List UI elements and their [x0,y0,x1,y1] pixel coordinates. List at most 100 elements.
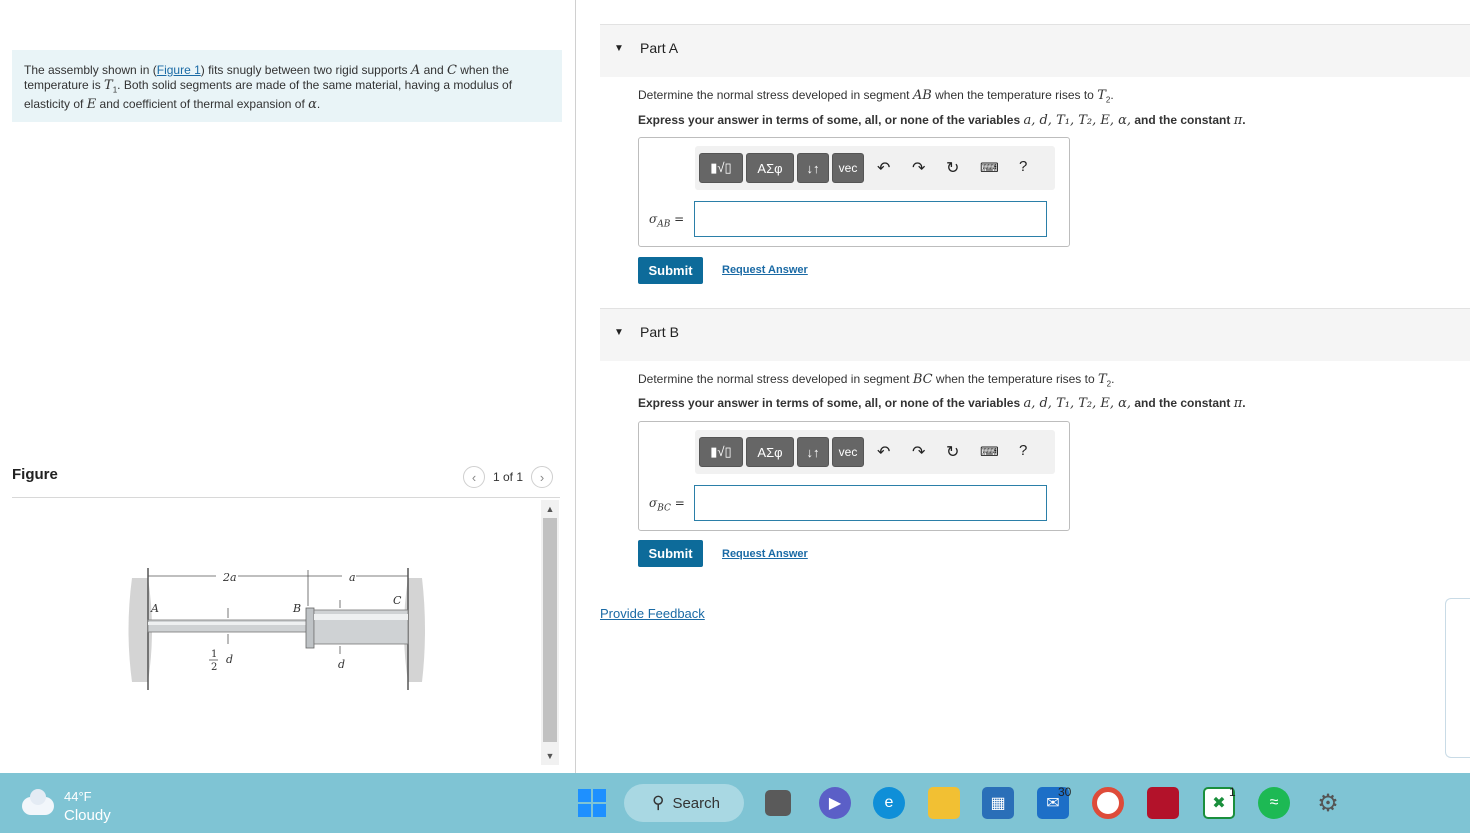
reset-icon[interactable]: ↻ [946,158,959,178]
right-pane: ▼ Part A Determine the normal stress dev… [576,0,1470,773]
question-text: . [1111,372,1115,386]
divider [12,497,560,498]
part-b-request-answer-link[interactable]: Request Answer [722,548,808,560]
part-b-header[interactable]: ▼ Part B [600,308,1470,361]
scroll-thumb[interactable] [543,518,557,742]
var-pi: π [1233,396,1243,411]
templates-button[interactable]: ▮√▯ [699,437,743,467]
windows-start-icon[interactable] [576,787,608,819]
sigma-bc-input[interactable] [694,485,1047,521]
part-b-submit-button[interactable]: Submit [638,540,703,567]
sigma: σ [649,212,658,226]
chrome-icon[interactable] [1092,787,1124,819]
math-toolbar: ▮√▯ ΑΣφ ↓↑ vec ↶ ↷ ↻ ⌨ ? [695,430,1055,474]
provide-feedback-link[interactable]: Provide Feedback [600,606,705,621]
chevron-left-icon[interactable]: ‹ [463,466,485,488]
assembly-figure: 2a a A B C 1 2 d d [128,568,425,690]
figure-pager: ‹ 1 of 1 › [463,466,554,488]
part-a-submit-button[interactable]: Submit [638,257,703,284]
edge-icon[interactable]: e [873,787,905,819]
part-a-instructions: Express your answer in terms of some, al… [638,113,1246,128]
var-alpha: α [308,97,317,113]
part-a-header[interactable]: ▼ Part A [600,24,1470,77]
frac-num: 1 [211,649,217,660]
templates-button[interactable]: ▮√▯ [699,153,743,183]
vec-button[interactable]: vec [832,437,864,467]
left-pane: The assembly shown in (Figure 1) fits sn… [0,0,576,773]
sigma-sub: AB [657,219,671,230]
segment-var: AB [912,88,932,103]
redo-icon[interactable]: ↷ [912,158,925,178]
d2-label: d [338,658,345,671]
side-widget[interactable] [1445,598,1470,758]
part-a-answer-box: ▮√▯ ΑΣφ ↓↑ vec ↶ ↷ ↻ ⌨ ? σAB = [638,137,1070,247]
rod-ab-highlight [148,622,308,625]
settings-gear-icon[interactable]: ⚙ [1312,787,1344,819]
store-icon[interactable]: ▦ [982,787,1014,819]
collapse-triangle-icon[interactable]: ▼ [614,327,624,338]
arrows-button[interactable]: ↓↑ [797,153,829,183]
instruction-text: Express your answer in terms of some, al… [638,113,1024,127]
keyboard-icon[interactable]: ⌨ [980,444,999,460]
xbox-badge: 1 [1229,785,1236,799]
task-view-icon[interactable] [765,790,791,816]
part-a-request-answer-link[interactable]: Request Answer [722,264,808,276]
var-T2: T [1097,88,1106,103]
spotify-icon[interactable]: ≈ [1258,787,1290,819]
page: The assembly shown in (Figure 1) fits sn… [0,0,1470,773]
rod-bc-highlight [314,614,408,620]
undo-icon[interactable]: ↶ [877,442,890,462]
vec-button[interactable]: vec [832,153,864,183]
part-a-question: Determine the normal stress developed in… [638,88,1114,104]
greek-button[interactable]: ΑΣφ [746,437,794,467]
search-label: Search [672,794,720,812]
rod-ab [147,619,309,633]
sigma-ab-label: σAB = [649,212,684,229]
var-T1: T [104,78,113,93]
reset-icon[interactable]: ↻ [946,442,959,462]
scroll-down-icon[interactable]: ▼ [541,751,559,761]
help-button[interactable]: ? [1019,158,1027,175]
flange-b [305,607,315,649]
app-icon[interactable] [1147,787,1179,819]
taskbar-search[interactable]: ⚲ Search [624,784,744,822]
var-pi: π [1233,113,1243,128]
sigma-ab-input[interactable] [694,201,1047,237]
weather-widget[interactable]: 44°F Cloudy [22,787,111,825]
segment-var: BC [912,372,933,387]
teams-chat-icon[interactable]: ▶ [819,787,851,819]
arrows-button[interactable]: ↓↑ [797,437,829,467]
part-b-answer-box: ▮√▯ ΑΣφ ↓↑ vec ↶ ↷ ↻ ⌨ ? σBC = [638,421,1070,531]
redo-icon[interactable]: ↷ [912,442,925,462]
question-text: Determine the normal stress developed in… [638,88,913,102]
taskbar: 44°F Cloudy ⚲ Search ▶ e ▦ ✉ 30 ✖ 1 ≈ ⚙ [0,773,1470,833]
part-b-question: Determine the normal stress developed in… [638,372,1114,388]
sigma-sub: BC [657,503,671,514]
greek-button[interactable]: ΑΣφ [746,153,794,183]
instruction-text: and the constant [1131,396,1234,410]
dim-2a-label: 2a [222,571,237,584]
search-icon: ⚲ [652,793,665,812]
figure-scrollbar[interactable]: ▲ ▼ [541,500,559,765]
undo-icon[interactable]: ↶ [877,158,890,178]
var-A: A [410,63,421,78]
help-button[interactable]: ? [1019,442,1027,459]
equals: = [674,212,685,226]
intro-text: . [316,97,321,112]
intro-text: and coefficient of thermal expansion of [96,97,309,112]
scroll-up-icon[interactable]: ▲ [541,504,559,514]
variables-list: a, d, T₁, T₂, E, α, [1023,396,1132,411]
math-toolbar: ▮√▯ ΑΣφ ↓↑ vec ↶ ↷ ↻ ⌨ ? [695,146,1055,190]
file-explorer-icon[interactable] [928,787,960,819]
equals: = [674,496,685,510]
chevron-right-icon[interactable]: › [531,466,554,488]
collapse-triangle-icon[interactable]: ▼ [614,43,624,54]
point-b-label: B [292,602,301,615]
condition: Cloudy [64,807,111,824]
keyboard-icon[interactable]: ⌨ [980,160,999,176]
instruction-text: . [1242,113,1246,127]
instruction-text: and the constant [1131,113,1234,127]
figure-link[interactable]: Figure 1 [157,63,201,77]
part-b-instructions: Express your answer in terms of some, al… [638,396,1246,411]
intro-text: The assembly shown in ( [24,63,157,77]
